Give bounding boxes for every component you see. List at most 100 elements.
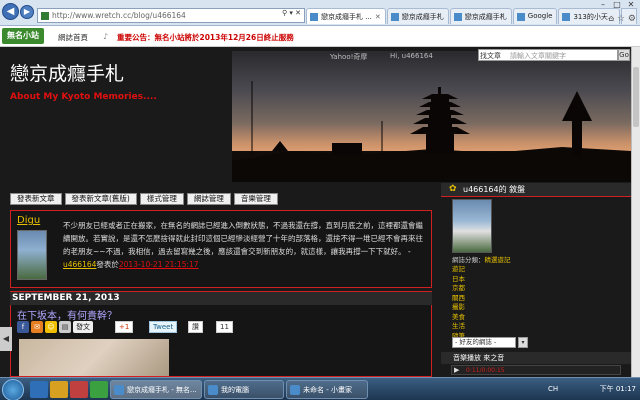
music-player: ▶ 0:11/0:00:15 (451, 365, 621, 375)
folder-taskbar-icon[interactable] (50, 381, 68, 398)
sidebar-link[interactable]: 關西 (452, 294, 465, 304)
site-logo[interactable]: 無名小站 (2, 28, 44, 44)
announcement-text: 不少朋友已經或者正在搬家，在無名的網誌已經進入倒數狀態，不過我還在撐，直到月底之… (63, 221, 423, 269)
address-bar[interactable]: http://www.wretch.cc/blog/u466164 (37, 8, 305, 23)
announcement-author[interactable]: u466164 (63, 260, 96, 269)
pagoda-silhouette (232, 81, 631, 182)
site-toolbar: 無名小站 網誌首頁 ♪ 重要公告：無名小站將於2013年12月26日終止服務 (0, 26, 640, 47)
user-greeting[interactable]: Hi, u466164 (390, 52, 433, 60)
play-icon[interactable]: ▶ (454, 366, 459, 374)
sidebar-profile-header: ✿ u466164的 敘盤 (441, 183, 631, 197)
share-post-label[interactable]: 發文 (73, 321, 93, 333)
forward-button[interactable]: ▶ (20, 5, 34, 19)
new-post-legacy-button[interactable]: 發表新文章(舊版) (64, 193, 137, 205)
favicon-icon (453, 13, 462, 21)
start-button[interactable] (2, 379, 24, 400)
style-manage-button[interactable]: 樣式管理 (139, 193, 184, 205)
close-tab-icon[interactable]: ✕ (375, 13, 381, 21)
search-type-select[interactable]: 找文章 (480, 51, 501, 61)
page-icon (41, 12, 49, 20)
announcement-avatar[interactable] (17, 230, 47, 280)
sidebar-link[interactable]: 遊記 (452, 265, 465, 275)
clip-icon[interactable]: ▤ (59, 321, 71, 333)
yahoo-link[interactable]: Yahoo!奇摩 (330, 52, 367, 62)
search-input[interactable]: 請輸入文章關鍵字 (510, 51, 566, 61)
share-buttons: f ✉ ☺ ▤ 發文 (17, 321, 93, 333)
blog-post: 在下坂本，有何貴幹？ f ✉ ☺ ▤ 發文 +1 Tweet 讚 11 (10, 305, 432, 377)
bookmark-icon[interactable]: ✉ (31, 321, 43, 333)
smile-icon[interactable]: ☺ (45, 321, 57, 333)
favicon-icon (516, 13, 525, 21)
profile-avatar[interactable] (452, 199, 492, 253)
blog-title[interactable]: 戀京成癮手札 (10, 59, 124, 86)
sidebar-link[interactable]: 攝影 (452, 303, 465, 313)
player-time: 0:11/0:00:15 (466, 367, 505, 374)
announcement-box: Digu 不少朋友已經或者正在搬家，在無名的網誌已經進入倒數狀態，不過我還在撐，… (10, 210, 432, 288)
post-image[interactable] (19, 339, 169, 376)
sidebar-link-list: 遊記 日本 京都 關西 攝影 美食 生活 隨筆 (452, 265, 465, 341)
share-count: 11 (216, 321, 233, 333)
friends-blog-select[interactable]: - 好友的網誌 - (452, 337, 516, 348)
blog-page: 戀京成癮手札 About My Kyoto Memories.... Yahoo… (0, 47, 640, 377)
browser-tools[interactable]: ⌂ ☆ ⚙ (608, 14, 636, 24)
taskbar: 戀京成癮手札 - 無名... 我的電腦 未命名 - 小畫家 CH 下午 01:1… (0, 377, 640, 400)
service-notice[interactable]: 重要公告：無名小站將於2013年12月26日終止服務 (117, 32, 294, 43)
new-post-button[interactable]: 發表新文章 (10, 193, 62, 205)
flower-icon: ✿ (449, 184, 457, 194)
google-plus-button[interactable]: +1 (115, 321, 134, 333)
tab-strip: 戀京成癮手札 ... ✕ 戀京成癮手札 戀京成癮手札 Google 313的小天.… (306, 8, 637, 24)
taskbar-window-computer[interactable]: 我的電腦 (204, 380, 284, 399)
window-icon (290, 385, 300, 395)
music-manage-button[interactable]: 音樂管理 (233, 193, 278, 205)
url-text: http://www.wretch.cc/blog/u466164 (52, 11, 186, 20)
blog-home-link[interactable]: 網誌首頁 (58, 32, 88, 43)
taskbar-window-browser[interactable]: 戀京成癮手札 - 無名... (110, 380, 202, 399)
app-taskbar-icon[interactable] (90, 381, 108, 398)
page-scrollbar[interactable] (631, 47, 640, 377)
address-buttons[interactable]: ⚲ ▾ ✕ (282, 9, 301, 17)
tab-2[interactable]: 戀京成癮手札 (386, 8, 449, 24)
announcement-user[interactable]: Digu (17, 215, 40, 226)
language-indicator[interactable]: CH (548, 380, 558, 399)
sidebar-link[interactable]: 京都 (452, 284, 465, 294)
music-header: 音樂播放 來之音 (441, 352, 631, 364)
speaker-icon: ♪ (103, 32, 109, 41)
search-box[interactable]: 找文章 請輸入文章關鍵字 (478, 49, 618, 61)
media-taskbar-icon[interactable] (70, 381, 88, 398)
blog-content: 戀京成癮手札 About My Kyoto Memories.... Yahoo… (0, 47, 631, 377)
blog-subtitle: About My Kyoto Memories.... (10, 92, 157, 102)
scrollbar-thumb[interactable] (633, 67, 639, 127)
tab-4[interactable]: Google (512, 8, 558, 24)
sidebar-link[interactable]: 美食 (452, 313, 465, 323)
tweet-button[interactable]: Tweet (149, 321, 178, 333)
taskbar-window-paint[interactable]: 未命名 - 小畫家 (286, 380, 368, 399)
search-button[interactable]: Go (618, 49, 630, 61)
friends-blog-go-button[interactable]: ▾ (518, 337, 528, 348)
back-button[interactable]: ◀ (2, 3, 19, 20)
plurk-button[interactable]: 讚 (188, 321, 203, 333)
maximize-icon[interactable]: □ (610, 0, 624, 12)
close-window-icon[interactable]: ✕ (624, 0, 638, 12)
post-date: SEPTEMBER 21, 2013 (10, 291, 432, 305)
tab-3[interactable]: 戀京成癮手札 (449, 8, 512, 24)
window-icon (114, 385, 124, 395)
announcement-time[interactable]: 2013-10-21 21:15:17 (119, 260, 199, 269)
tab-1[interactable]: 戀京成癮手札 ... ✕ (306, 8, 386, 24)
favicon-icon (562, 13, 571, 21)
header-banner-image (232, 51, 631, 182)
sidebar-link[interactable]: 生活 (452, 322, 465, 332)
favicon-icon (390, 13, 399, 21)
minimize-icon[interactable]: – (596, 0, 610, 12)
favicon-icon (310, 13, 318, 21)
facebook-icon[interactable]: f (17, 321, 29, 333)
post-title[interactable]: 在下坂本，有何貴幹？ (17, 307, 117, 322)
window-icon (208, 385, 218, 395)
prev-arrow-icon[interactable]: ◀ (0, 327, 12, 351)
window-controls: – □ ✕ (596, 0, 638, 12)
clock[interactable]: 下午 01:17 (600, 384, 636, 394)
ie-taskbar-icon[interactable] (30, 381, 48, 398)
blog-manage-button[interactable]: 網誌管理 (186, 193, 231, 205)
browser-chrome: ◀ ▶ http://www.wretch.cc/blog/u466164 ⚲ … (0, 0, 640, 26)
sidebar-link[interactable]: 日本 (452, 275, 465, 285)
blog-menu: 發表新文章 發表新文章(舊版) 樣式管理 網誌管理 音樂管理 (10, 193, 278, 205)
